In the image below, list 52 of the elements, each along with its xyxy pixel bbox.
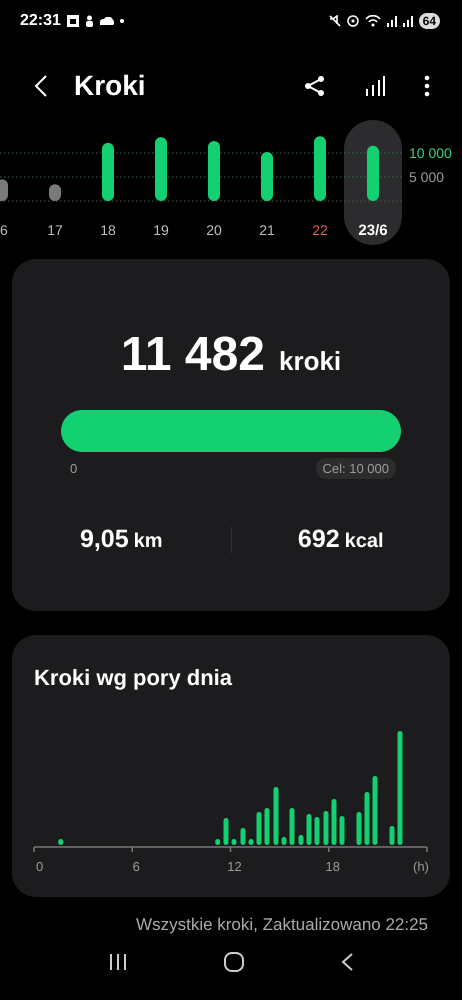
distance-value: 9,05 <box>80 525 129 554</box>
signal-icon <box>386 15 397 27</box>
dot-icon <box>120 19 124 23</box>
calories-value: 692 <box>298 525 340 554</box>
page-title: Kroki <box>74 70 146 102</box>
card-title: Kroki wg pory dnia <box>34 665 234 691</box>
day-bar[interactable] <box>208 141 220 201</box>
day-label[interactable]: 17 <box>47 222 63 238</box>
recent-apps-button[interactable] <box>108 953 128 971</box>
day-bar[interactable] <box>314 136 326 201</box>
axis-label: 10 000 <box>409 145 452 161</box>
mute-icon <box>328 15 341 27</box>
day-label[interactable]: 19 <box>153 222 169 238</box>
day-label[interactable]: 20 <box>206 222 222 238</box>
calories-unit: kcal <box>344 530 384 553</box>
day-bar[interactable] <box>367 146 379 201</box>
step-count: 11 482 <box>120 327 265 382</box>
day-bar[interactable] <box>49 184 61 201</box>
day-label[interactable]: 22 <box>312 222 328 238</box>
signal-icon <box>402 15 413 27</box>
axis-label: 18 <box>326 859 340 874</box>
day-label[interactable]: 23/6 <box>358 222 388 239</box>
home-button[interactable] <box>222 951 245 973</box>
day-bar[interactable] <box>0 179 8 201</box>
distance-unit: km <box>134 530 163 553</box>
more-icon[interactable] <box>424 75 430 97</box>
cloud-icon <box>100 17 114 25</box>
figure-icon <box>84 15 94 27</box>
back-icon[interactable] <box>34 74 48 98</box>
day-label[interactable]: 21 <box>259 222 275 238</box>
axis-label: 12 <box>227 859 242 874</box>
axis-label: 6 <box>132 859 140 874</box>
step-unit: kroki <box>279 346 342 377</box>
axis-label: 5 000 <box>409 169 444 185</box>
day-bar[interactable] <box>102 142 114 201</box>
back-nav-button[interactable] <box>340 952 354 972</box>
share-icon[interactable] <box>304 75 326 97</box>
day-label[interactable]: 18 <box>100 222 116 238</box>
update-note: Wszystkie kroki, Zaktualizowano 22:25 <box>135 915 429 935</box>
progress-start-label: 0 <box>69 461 78 476</box>
axis-label: 0 <box>36 859 44 874</box>
goal-label: Cel: 10 000 <box>316 458 396 479</box>
axis-label: (h) <box>413 859 429 874</box>
app-notification-icon <box>66 15 79 27</box>
day-bar[interactable] <box>261 152 273 201</box>
day-label[interactable]: 6 <box>0 222 8 238</box>
status-time: 22:31 <box>20 12 61 30</box>
battery-indicator: 64 <box>418 13 440 29</box>
bar-chart-icon[interactable] <box>364 75 386 97</box>
wifi-icon <box>364 15 381 27</box>
hotspot-icon <box>346 15 359 27</box>
day-bar[interactable] <box>155 137 167 201</box>
